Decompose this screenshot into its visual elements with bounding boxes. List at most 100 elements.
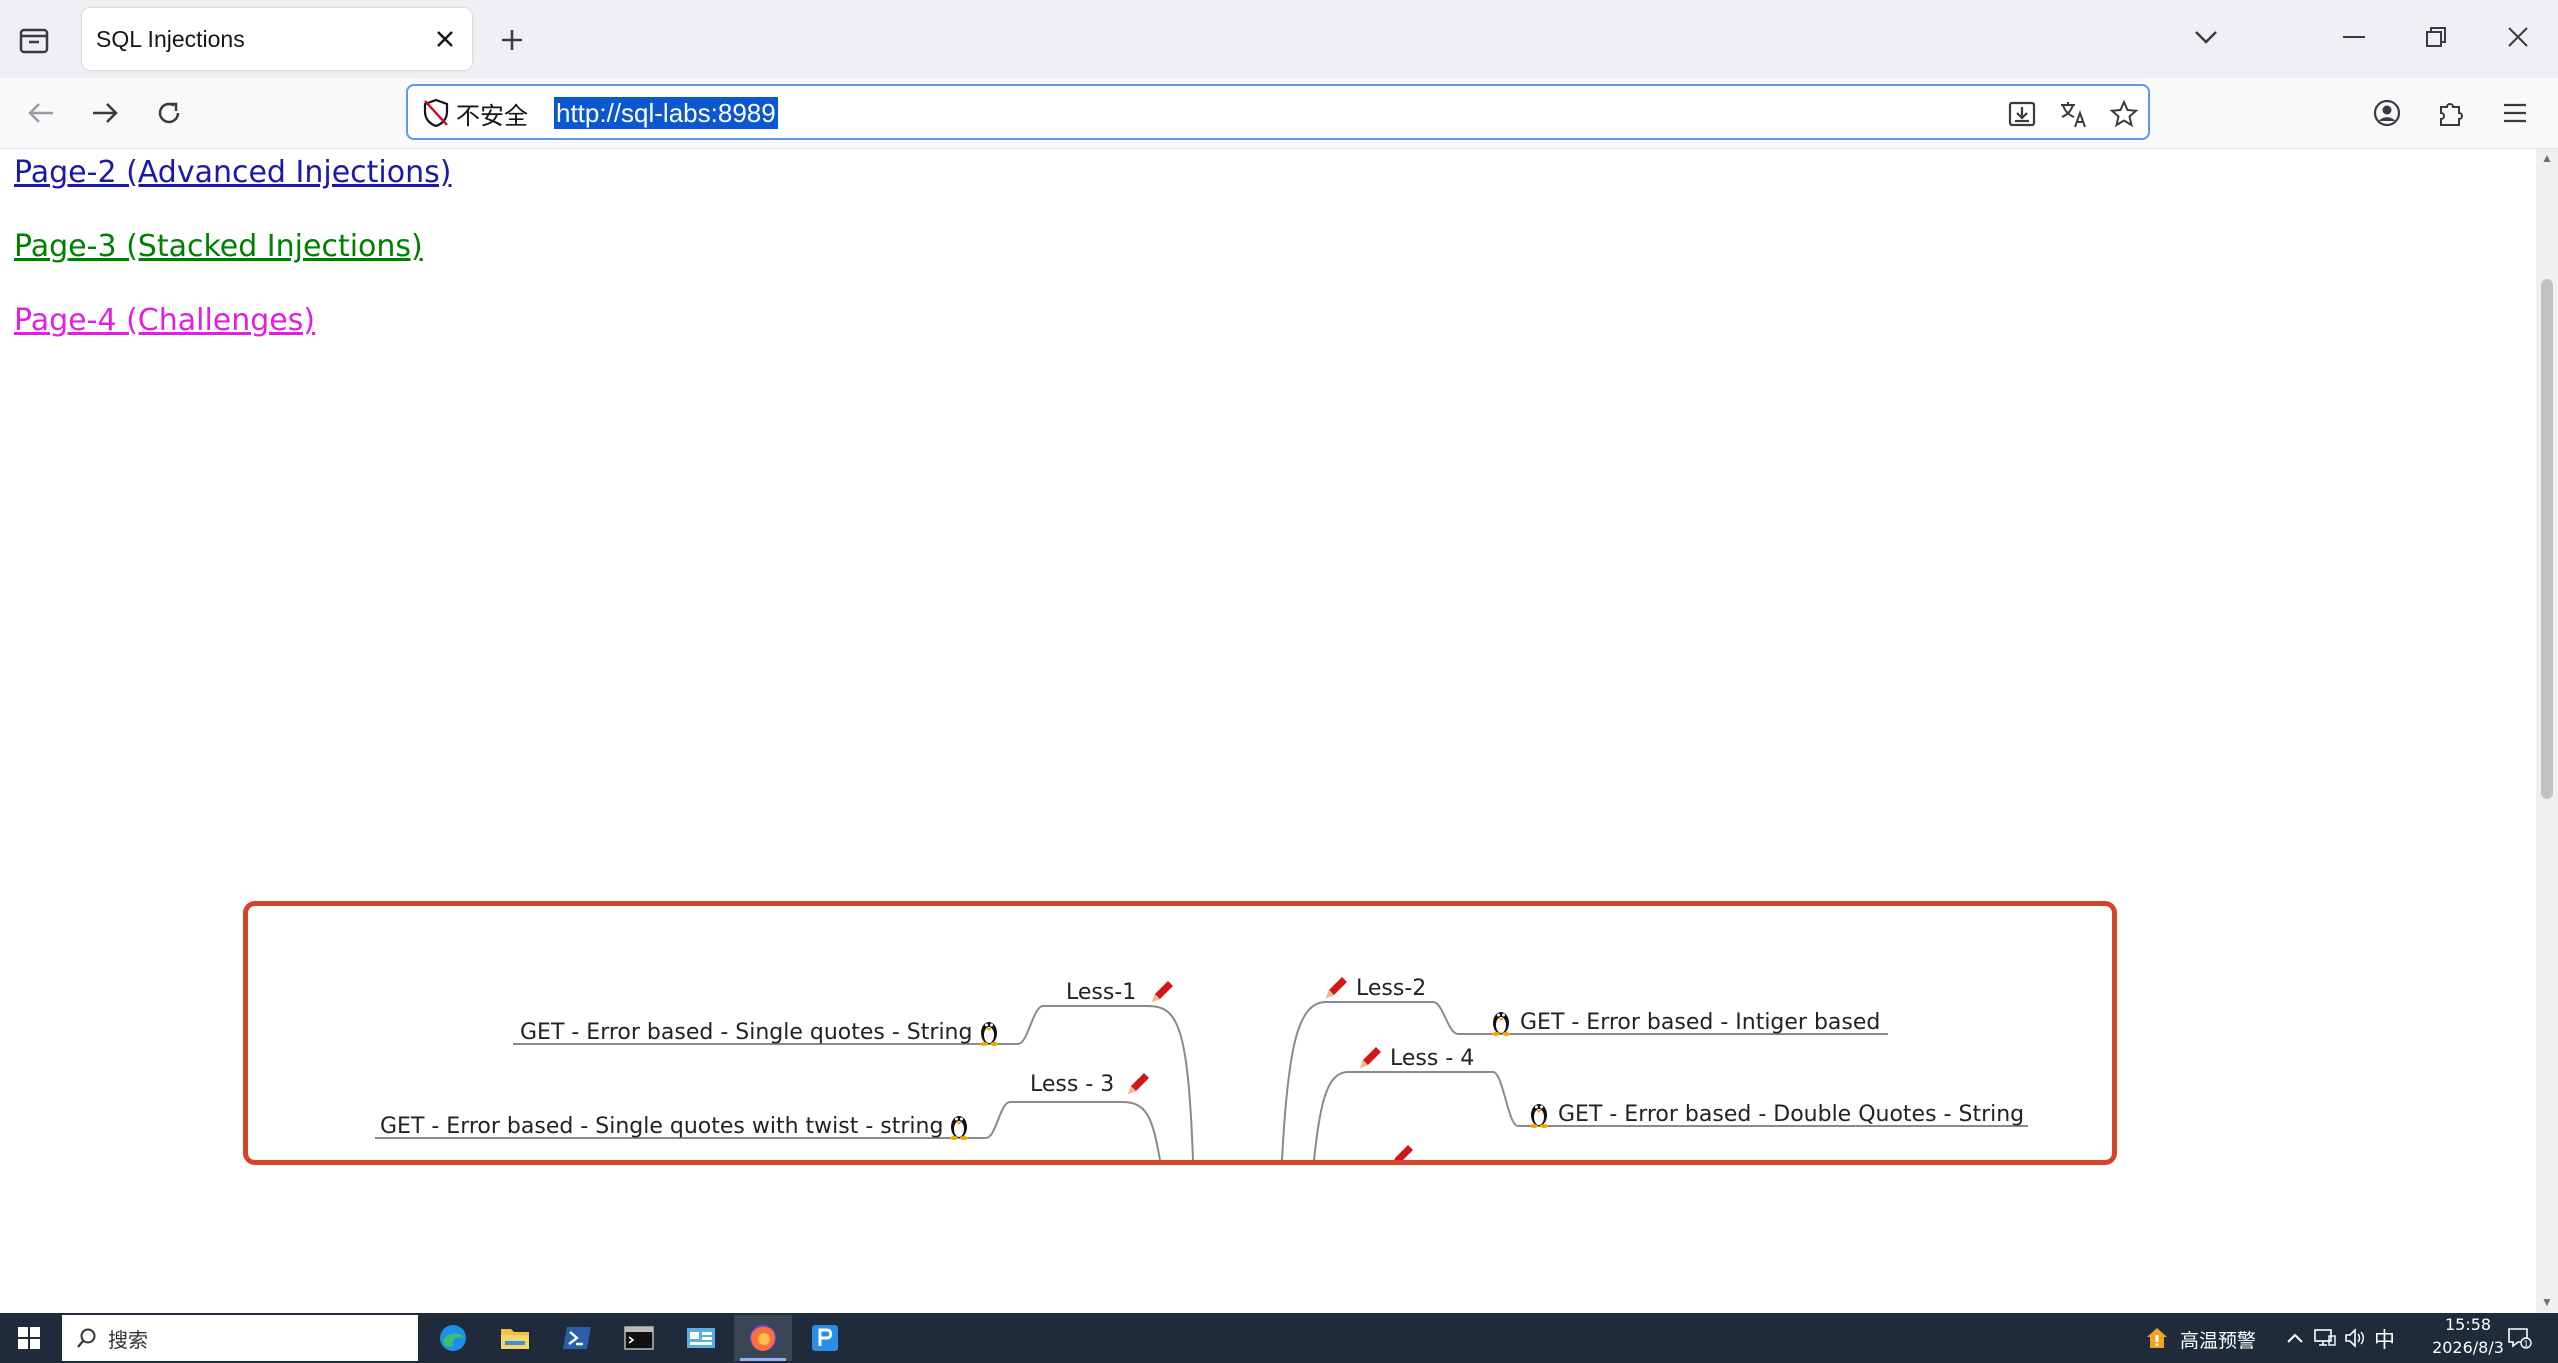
restore-icon <box>2426 27 2446 47</box>
start-button[interactable] <box>12 1321 46 1355</box>
taskbar-app-p[interactable] <box>796 1315 854 1361</box>
mindmap-image: Less-1 GET - Error based - Single quotes… <box>243 901 2117 1165</box>
reload-icon <box>158 102 180 124</box>
mindmap-node-less-2-desc: GET - Error based - Intiger based <box>1520 1010 1881 1035</box>
notifications-button[interactable]: 1 <box>2506 1325 2532 1351</box>
star-icon <box>2109 99 2139 128</box>
arrow-left-icon <box>28 103 53 123</box>
url-bar[interactable]: 不安全 http://sql-labs:8989 <box>406 84 2150 140</box>
mindmap-node-less-3-desc: GET - Error based - Single quotes with t… <box>380 1114 944 1139</box>
linux-tux-icon <box>1530 1104 1548 1128</box>
show-hidden-icons-button[interactable] <box>2282 1325 2308 1351</box>
back-button[interactable] <box>18 90 64 136</box>
weather-warning-label[interactable]: 高温预警 <box>2180 1326 2256 1353</box>
hamburger-menu-icon <box>2504 103 2526 123</box>
pencil-icon <box>1128 1073 1149 1094</box>
install-page-button[interactable] <box>2004 96 2040 132</box>
ime-indicator[interactable]: 中 <box>2374 1324 2395 1354</box>
account-button[interactable] <box>2364 90 2410 136</box>
pencil-icon <box>1360 1047 1381 1068</box>
forward-button[interactable] <box>82 90 128 136</box>
restore-button[interactable] <box>2408 12 2464 62</box>
folder-icon <box>501 1329 529 1349</box>
new-tab-button[interactable] <box>490 18 534 62</box>
minimize-icon <box>2343 36 2365 38</box>
close-icon <box>437 31 453 47</box>
notification-icon: 1 <box>2508 1328 2532 1349</box>
linux-tux-icon <box>950 1116 968 1140</box>
tab-list-icon <box>19 28 49 54</box>
url-input[interactable]: http://sql-labs:8989 <box>554 97 778 129</box>
tab-list-button[interactable] <box>14 20 54 60</box>
mindmap-node-less-1: Less-1 <box>1066 980 1137 1005</box>
link-page-3-stacked-injections[interactable]: Page-3 (Stacked Injections) <box>14 229 423 264</box>
control-panel-icon <box>687 1328 715 1348</box>
network-icon <box>2314 1329 2336 1346</box>
close-window-button[interactable] <box>2490 12 2546 62</box>
puzzle-icon <box>2440 103 2463 126</box>
tab-sql-injections[interactable]: SQL Injections <box>82 8 472 70</box>
security-label: 不安全 <box>456 101 528 130</box>
scrollbar-thumb[interactable] <box>2541 279 2553 799</box>
linux-tux-icon <box>980 1022 998 1046</box>
link-page-4-challenges[interactable]: Page-4 (Challenges) <box>14 303 315 338</box>
pencil-icon <box>1394 1145 1413 1160</box>
insecure-shield-icon <box>423 98 449 128</box>
pencil-icon <box>1326 977 1347 998</box>
link-page-2-advanced-injections[interactable]: Page-2 (Advanced Injections) <box>14 155 451 190</box>
taskbar-app-powershell[interactable] <box>548 1315 606 1361</box>
taskbar-app-file-explorer[interactable] <box>486 1315 544 1361</box>
tab-close-button[interactable] <box>428 22 462 56</box>
taskbar-app-control-panel[interactable] <box>672 1315 730 1361</box>
mindmap-node-less-4: Less - 4 <box>1390 1046 1475 1071</box>
taskbar-search-box[interactable]: 搜索 <box>62 1315 418 1361</box>
bookmark-button[interactable] <box>2106 96 2142 132</box>
p-app-icon <box>812 1325 838 1351</box>
search-icon <box>77 1328 96 1348</box>
speaker-icon <box>2345 1328 2364 1348</box>
house-warning-icon <box>2147 1328 2167 1348</box>
weather-warning-icon[interactable] <box>2144 1325 2170 1351</box>
svg-text:1: 1 <box>2523 1340 2528 1349</box>
mindmap-node-less-1-desc: GET - Error based - Single quotes - Stri… <box>520 1020 973 1045</box>
site-security-indicator[interactable]: 不安全 <box>422 98 528 130</box>
list-all-tabs-button[interactable] <box>2178 12 2234 62</box>
scroll-up-arrow[interactable]: ▲ <box>2540 151 2554 165</box>
navigation-bar: 不安全 http://sql-labs:8989 <box>0 78 2558 149</box>
powershell-icon <box>563 1327 591 1349</box>
linux-tux-icon <box>1492 1012 1510 1036</box>
translate-icon <box>2061 102 2086 128</box>
terminal-icon <box>624 1326 654 1350</box>
taskbar-app-firefox[interactable] <box>734 1315 792 1361</box>
chevron-up-icon <box>2287 1333 2303 1343</box>
taskbar-app-terminal[interactable] <box>610 1315 668 1361</box>
tab-title: SQL Injections <box>96 26 245 52</box>
windows-logo-icon <box>18 1327 40 1349</box>
account-icon <box>2373 99 2401 127</box>
network-button[interactable] <box>2312 1325 2338 1351</box>
page-scrollbar[interactable]: ▲ ▼ <box>2536 149 2558 1313</box>
download-tray-icon <box>2008 101 2036 127</box>
extensions-button[interactable] <box>2428 90 2474 136</box>
menu-button[interactable] <box>2492 90 2538 136</box>
reload-button[interactable] <box>146 90 192 136</box>
windows-taskbar: 搜索 高温预警 中 15:58 2026/8/3 1 <box>0 1313 2558 1363</box>
mindmap-node-less-3: Less - 3 <box>1030 1072 1115 1097</box>
volume-button[interactable] <box>2342 1325 2368 1351</box>
mindmap-node-less-4-desc: GET - Error based - Double Quotes - Stri… <box>1558 1102 2025 1127</box>
arrow-right-icon <box>93 103 118 123</box>
taskbar-search-label: 搜索 <box>108 1327 148 1352</box>
minimize-button[interactable] <box>2326 12 2382 62</box>
firefox-icon <box>750 1325 776 1351</box>
plus-icon <box>502 30 522 50</box>
pencil-icon <box>1152 981 1173 1002</box>
scroll-down-arrow[interactable]: ▼ <box>2540 1295 2554 1309</box>
mindmap-node-less-2: Less-2 <box>1356 976 1427 1001</box>
taskbar-app-edge[interactable] <box>424 1315 482 1361</box>
page-content: Page-2 (Advanced Injections) Page-3 (Sta… <box>0 149 2536 1313</box>
edge-icon <box>440 1325 466 1351</box>
taskbar-clock-time[interactable]: 15:58 <box>2424 1315 2512 1334</box>
translate-button[interactable] <box>2056 96 2092 132</box>
close-icon <box>2508 27 2528 47</box>
chevron-down-icon <box>2195 31 2217 44</box>
